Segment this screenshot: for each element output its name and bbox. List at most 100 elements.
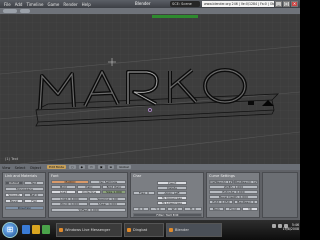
header-green-field — [152, 15, 198, 18]
spacing-field[interactable]: Spacing: 1.00 — [89, 197, 126, 201]
layout-selector[interactable] — [20, 9, 30, 13]
quicklaunch-ie-icon[interactable] — [22, 225, 30, 234]
messenger-icon — [59, 228, 63, 232]
folder-icon — [127, 228, 131, 232]
extrude-field[interactable]: Extrude: 0.000 — [209, 190, 258, 194]
underline-button[interactable]: Underline — [77, 190, 101, 194]
menu-view[interactable]: View — [2, 166, 10, 170]
blender-icon — [169, 228, 173, 232]
panel-font: Font MARKO Ver Settings Bold Italic Bold… — [48, 172, 128, 218]
3d-viewport[interactable]: (1) Text — [0, 14, 300, 164]
period-glyph — [248, 101, 254, 105]
mode-selector[interactable]: Edit Mode — [47, 165, 67, 169]
task-label: Windows Live Messenger — [65, 228, 111, 232]
delete-button[interactable]: Delete — [157, 186, 187, 190]
panel-link-materials: Link and Materials Output Text Monospace… — [2, 172, 46, 218]
task-label: Dingbat — [133, 228, 148, 232]
bevel-depth-field[interactable]: Bevel Depth: 0.000 — [209, 195, 258, 199]
material-field[interactable]: Mat 0 — [24, 193, 44, 197]
menu-select[interactable]: Select — [15, 166, 26, 170]
bold-italic-button[interactable]: Bold Italic — [102, 185, 126, 189]
screen-selector[interactable] — [3, 9, 17, 13]
menu-help[interactable]: Help — [82, 2, 91, 7]
x-field[interactable]: X: 0 — [133, 207, 149, 211]
clock[interactable]: 5:46 19/8/2008 — [283, 223, 299, 231]
filter-field[interactable]: Filter: Text Edit — [133, 213, 202, 217]
y-field[interactable]: Y: 0 — [150, 207, 166, 211]
scene-selector[interactable]: SCE: Scene — [170, 1, 200, 7]
windows-logo-icon: ⊞ — [6, 225, 14, 234]
manipulator-icon[interactable]: ▭ — [87, 165, 95, 169]
taskbar: ⊞ Windows Live Messenger Dingbat Blender… — [0, 220, 300, 240]
view-menu: View Select Object — [2, 165, 44, 170]
task-label: Blender — [175, 228, 189, 232]
panel-title: Font — [51, 174, 59, 178]
snap-icon[interactable]: ⊞ — [107, 165, 115, 169]
menu-bar: File Add Timeline Game Render Help Blend… — [0, 0, 300, 8]
task-dingbat[interactable]: Dingbat — [124, 223, 164, 237]
viewport-info: (1) Text — [5, 157, 19, 161]
menu-add[interactable]: Add — [15, 2, 23, 7]
tray-network-icon[interactable] — [272, 224, 276, 228]
3d-button[interactable]: 3D — [242, 207, 258, 211]
bev-resol-field[interactable]: BevResol: 0 — [234, 200, 258, 204]
ext2-field[interactable]: Ext2: 0.050 — [209, 200, 233, 204]
tray-volume-icon[interactable] — [278, 224, 282, 228]
front-button[interactable]: Front — [225, 207, 241, 211]
insert-button[interactable]: Insert — [157, 181, 187, 185]
ver-settings-button[interactable]: Ver Settings — [90, 180, 126, 184]
yoffset-field[interactable]: Yoffset: 0.000 — [51, 208, 126, 212]
flat-button[interactable]: Flat — [24, 199, 44, 203]
minimize-button[interactable]: _ — [275, 1, 282, 7]
quicklaunch-folder-icon[interactable] — [32, 225, 40, 234]
flag-field[interactable]: Flag: 0 — [133, 191, 155, 195]
uppercase-button[interactable]: To Uppercase — [157, 196, 187, 200]
def-resol-field[interactable]: DefResolU: 12 — [209, 180, 233, 184]
align-field[interactable]: Align: Left — [157, 191, 187, 195]
close-button[interactable]: × — [291, 1, 298, 7]
task-messenger[interactable]: Windows Live Messenger — [56, 223, 122, 237]
window-title: Blender — [135, 1, 151, 6]
panel-empty — [262, 172, 298, 218]
panel-title: Curve Settings — [209, 174, 235, 178]
shear-field[interactable]: Shear: 0.000 — [89, 202, 126, 206]
clock-date: 19/8/2008 — [282, 227, 299, 231]
font-name-button[interactable]: MARKO — [51, 180, 89, 184]
italic-button[interactable]: Italic — [77, 185, 101, 189]
output-label: Output — [5, 181, 23, 185]
menu-game[interactable]: Game — [47, 2, 59, 7]
smooth-button[interactable]: Smooth — [5, 193, 23, 197]
scene-stats: www.blender.org 246 | Ve:0/1284 | Fa:0 |… — [202, 1, 274, 7]
maximize-button[interactable]: □ — [283, 1, 290, 7]
quicklaunch-messenger-icon[interactable] — [42, 225, 50, 234]
menu-render[interactable]: Render — [63, 2, 77, 7]
wordl-field[interactable]: Wordl: 0.000 — [51, 202, 88, 206]
panel-char: Char Insert Delete Flag: 0 Align: Left T… — [130, 172, 204, 218]
ren-resol-field[interactable]: RenResolU: 12 — [234, 180, 258, 184]
orientation-selector[interactable]: Global — [117, 165, 131, 169]
window-controls: _ □ × — [275, 1, 298, 7]
text-field[interactable]: Text — [24, 181, 44, 185]
layer-icon[interactable]: ▣ — [97, 165, 105, 169]
size-field[interactable]: Size 1.000 — [102, 190, 126, 194]
menu-timeline[interactable]: Timeline — [26, 2, 43, 7]
w-field[interactable]: W: 0 — [167, 207, 183, 211]
panel-title: Link and Materials — [5, 174, 38, 178]
pivot-icon[interactable]: ◆ — [78, 165, 85, 169]
back-button[interactable]: Back — [209, 207, 224, 211]
task-blender[interactable]: Blender — [166, 223, 222, 237]
load-button[interactable]: Load — [51, 190, 76, 194]
bold-button[interactable]: Bold — [51, 185, 76, 189]
buttons-window: Link and Materials Output Text Monospace… — [0, 170, 300, 220]
menu-file[interactable]: File — [4, 2, 11, 7]
linkd-field[interactable]: Linkd: 0.000 — [51, 197, 88, 201]
h-field[interactable]: H: 0 — [184, 207, 202, 211]
monospace-field[interactable]: Monospace — [5, 187, 44, 191]
start-button[interactable]: ⊞ — [2, 222, 18, 238]
lowercase-button[interactable]: To Lowercase — [157, 201, 187, 205]
draw-type-icon[interactable]: ○ — [69, 165, 76, 169]
bevel-button[interactable]: Bevel — [5, 199, 23, 203]
direction-field[interactable]: Direction — [5, 206, 44, 210]
width-field[interactable]: Width: 1.000 — [209, 185, 258, 189]
menu-object[interactable]: Object — [30, 166, 41, 170]
